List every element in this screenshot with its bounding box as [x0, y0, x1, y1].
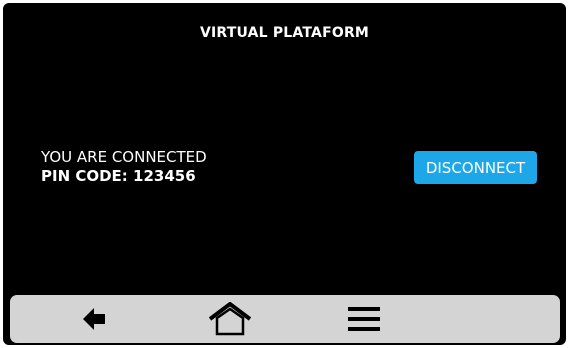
device-screen: VIRTUAL PLATAFORM YOU ARE CONNECTED PIN … [3, 3, 566, 345]
page-title: VIRTUAL PLATAFORM [199, 25, 370, 41]
home-button[interactable] [190, 295, 270, 343]
menu-icon [348, 307, 380, 331]
bottom-navbar [10, 295, 560, 343]
connected-message: YOU ARE CONNECTED [41, 148, 207, 166]
back-arrow-icon [83, 308, 105, 330]
home-icon [209, 302, 251, 336]
connection-status: YOU ARE CONNECTED PIN CODE: 123456 [41, 148, 207, 186]
menu-button[interactable] [324, 295, 404, 343]
back-button[interactable] [55, 295, 135, 343]
pin-code: PIN CODE: 123456 [41, 167, 196, 185]
disconnect-button[interactable]: DISCONNECT [414, 151, 537, 184]
